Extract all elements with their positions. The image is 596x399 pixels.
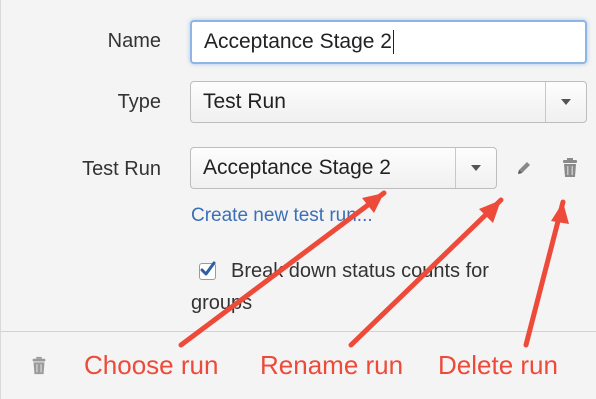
arrow-rename-run bbox=[348, 197, 504, 348]
arrow-delete-run bbox=[523, 199, 566, 348]
widget-settings-panel: Name Acceptance Stage 2 Type Test Run Te… bbox=[0, 0, 596, 399]
annotation-arrows bbox=[178, 190, 569, 348]
arrow-choose-run bbox=[178, 190, 387, 348]
